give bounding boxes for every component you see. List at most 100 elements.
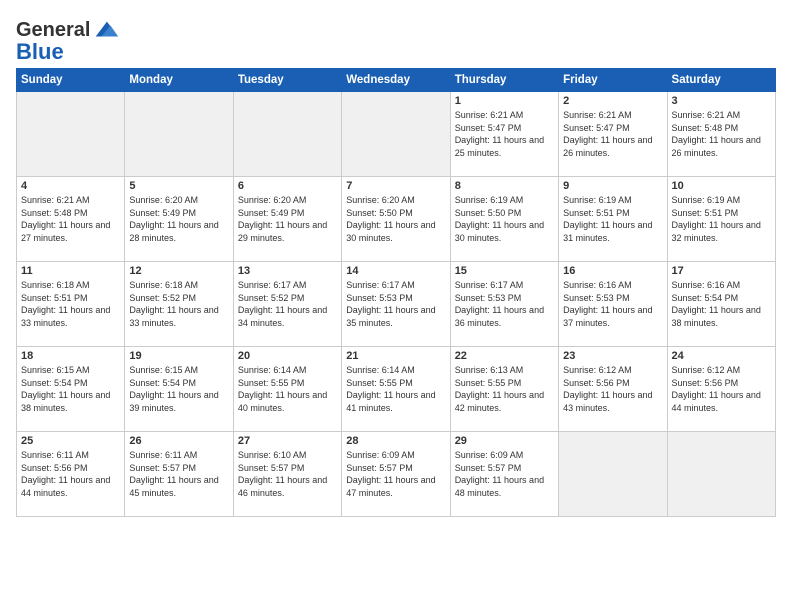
calendar-cell: 14Sunrise: 6:17 AMSunset: 5:53 PMDayligh… — [342, 262, 450, 347]
day-info: Sunrise: 6:16 AMSunset: 5:53 PMDaylight:… — [563, 279, 662, 329]
day-number: 3 — [672, 95, 771, 107]
day-number: 10 — [672, 180, 771, 192]
day-number: 23 — [563, 350, 662, 362]
day-info: Sunrise: 6:21 AMSunset: 5:48 PMDaylight:… — [21, 194, 120, 244]
day-info: Sunrise: 6:12 AMSunset: 5:56 PMDaylight:… — [672, 364, 771, 414]
day-info: Sunrise: 6:12 AMSunset: 5:56 PMDaylight:… — [563, 364, 662, 414]
day-number: 18 — [21, 350, 120, 362]
header-friday: Friday — [559, 69, 667, 92]
day-info: Sunrise: 6:11 AMSunset: 5:56 PMDaylight:… — [21, 449, 120, 499]
day-number: 21 — [346, 350, 445, 362]
calendar-cell: 28 Sunrise: 6:09 AMSunset: 5:57 PMDayligh… — [342, 432, 450, 517]
calendar-cell — [17, 92, 125, 177]
calendar-cell: 22Sunrise: 6:13 AMSunset: 5:55 PMDayligh… — [450, 347, 558, 432]
day-number: 6 — [238, 180, 337, 192]
calendar-cell: 3 Sunrise: 6:21 AMSunset: 5:48 PMDaylight… — [667, 92, 775, 177]
calendar-cell — [342, 92, 450, 177]
logo-blue-text: Blue — [16, 40, 64, 64]
week-row-2: 11 Sunrise: 6:18 AMSunset: 5:51 PMDayligh… — [17, 262, 776, 347]
day-number: 24 — [672, 350, 771, 362]
calendar-cell — [125, 92, 233, 177]
day-info: Sunrise: 6:19 AMSunset: 5:50 PMDaylight:… — [455, 194, 554, 244]
day-number: 16 — [563, 265, 662, 277]
header-tuesday: Tuesday — [233, 69, 341, 92]
day-info: Sunrise: 6:14 AMSunset: 5:55 PMDaylight:… — [238, 364, 337, 414]
header-sunday: Sunday — [17, 69, 125, 92]
week-row-0: 1 Sunrise: 6:21 AMSunset: 5:47 PMDaylight… — [17, 92, 776, 177]
header-thursday: Thursday — [450, 69, 558, 92]
calendar-cell — [667, 432, 775, 517]
calendar-cell: 8 Sunrise: 6:19 AMSunset: 5:50 PMDaylight… — [450, 177, 558, 262]
calendar-cell: 4 Sunrise: 6:21 AMSunset: 5:48 PMDaylight… — [17, 177, 125, 262]
calendar-cell: 19 Sunrise: 6:15 AMSunset: 5:54 PMDayligh… — [125, 347, 233, 432]
day-info: Sunrise: 6:19 AMSunset: 5:51 PMDaylight:… — [563, 194, 662, 244]
calendar-table: SundayMondayTuesdayWednesdayThursdayFrid… — [16, 68, 776, 517]
day-info: Sunrise: 6:15 AMSunset: 5:54 PMDaylight:… — [129, 364, 228, 414]
calendar-cell: 24 Sunrise: 6:12 AMSunset: 5:56 PMDayligh… — [667, 347, 775, 432]
logo-text: General — [16, 19, 90, 41]
day-number: 8 — [455, 180, 554, 192]
logo-icon — [92, 16, 120, 44]
calendar-cell: 10 Sunrise: 6:19 AMSunset: 5:51 PMDayligh… — [667, 177, 775, 262]
calendar-cell: 7 Sunrise: 6:20 AMSunset: 5:50 PMDaylight… — [342, 177, 450, 262]
day-number: 15 — [455, 265, 554, 277]
day-number: 1 — [455, 95, 554, 107]
day-number: 9 — [563, 180, 662, 192]
day-info: Sunrise: 6:10 AMSunset: 5:57 PMDaylight:… — [238, 449, 337, 499]
calendar-cell: 17 Sunrise: 6:16 AMSunset: 5:54 PMDayligh… — [667, 262, 775, 347]
calendar-header-row: SundayMondayTuesdayWednesdayThursdayFrid… — [17, 69, 776, 92]
calendar-cell: 6 Sunrise: 6:20 AMSunset: 5:49 PMDaylight… — [233, 177, 341, 262]
header-wednesday: Wednesday — [342, 69, 450, 92]
calendar-cell: 29 Sunrise: 6:09 AMSunset: 5:57 PMDayligh… — [450, 432, 558, 517]
day-info: Sunrise: 6:21 AMSunset: 5:47 PMDaylight:… — [563, 109, 662, 159]
day-info: Sunrise: 6:16 AMSunset: 5:54 PMDaylight:… — [672, 279, 771, 329]
day-number: 29 — [455, 435, 554, 447]
calendar-cell: 2 Sunrise: 6:21 AMSunset: 5:47 PMDaylight… — [559, 92, 667, 177]
day-number: 27 — [238, 435, 337, 447]
calendar-cell: 15Sunrise: 6:17 AMSunset: 5:53 PMDayligh… — [450, 262, 558, 347]
day-number: 17 — [672, 265, 771, 277]
day-info: Sunrise: 6:19 AMSunset: 5:51 PMDaylight:… — [672, 194, 771, 244]
day-info: Sunrise: 6:11 AMSunset: 5:57 PMDaylight:… — [129, 449, 228, 499]
calendar-cell: 1Sunrise: 6:21 AMSunset: 5:47 PMDaylight… — [450, 92, 558, 177]
day-info: Sunrise: 6:18 AMSunset: 5:52 PMDaylight:… — [129, 279, 228, 329]
calendar-cell — [233, 92, 341, 177]
day-number: 7 — [346, 180, 445, 192]
day-info: Sunrise: 6:17 AMSunset: 5:52 PMDaylight:… — [238, 279, 337, 329]
day-info: Sunrise: 6:21 AMSunset: 5:48 PMDaylight:… — [672, 109, 771, 159]
calendar-cell: 20 Sunrise: 6:14 AMSunset: 5:55 PMDayligh… — [233, 347, 341, 432]
day-info: Sunrise: 6:09 AMSunset: 5:57 PMDaylight:… — [346, 449, 445, 499]
calendar-cell: 27 Sunrise: 6:10 AMSunset: 5:57 PMDayligh… — [233, 432, 341, 517]
calendar-body: 1 Sunrise: 6:21 AMSunset: 5:47 PMDaylight… — [17, 92, 776, 517]
day-number: 19 — [129, 350, 228, 362]
day-number: 11 — [21, 265, 120, 277]
day-number: 4 — [21, 180, 120, 192]
calendar-cell: 11 Sunrise: 6:18 AMSunset: 5:51 PMDayligh… — [17, 262, 125, 347]
calendar-cell: 21Sunrise: 6:14 AMSunset: 5:55 PMDayligh… — [342, 347, 450, 432]
day-number: 20 — [238, 350, 337, 362]
calendar-cell: 13Sunrise: 6:17 AMSunset: 5:52 PMDayligh… — [233, 262, 341, 347]
day-info: Sunrise: 6:20 AMSunset: 5:49 PMDaylight:… — [238, 194, 337, 244]
logo: General Blue — [16, 16, 120, 64]
header-monday: Monday — [125, 69, 233, 92]
week-row-3: 18 Sunrise: 6:15 AMSunset: 5:54 PMDayligh… — [17, 347, 776, 432]
day-info: Sunrise: 6:13 AMSunset: 5:55 PMDaylight:… — [455, 364, 554, 414]
day-info: Sunrise: 6:15 AMSunset: 5:54 PMDaylight:… — [21, 364, 120, 414]
calendar-cell: 12Sunrise: 6:18 AMSunset: 5:52 PMDayligh… — [125, 262, 233, 347]
day-info: Sunrise: 6:18 AMSunset: 5:51 PMDaylight:… — [21, 279, 120, 329]
day-number: 26 — [129, 435, 228, 447]
day-info: Sunrise: 6:17 AMSunset: 5:53 PMDaylight:… — [346, 279, 445, 329]
page-header: General Blue — [16, 16, 776, 64]
day-number: 28 — [346, 435, 445, 447]
day-number: 2 — [563, 95, 662, 107]
calendar-cell: 18 Sunrise: 6:15 AMSunset: 5:54 PMDayligh… — [17, 347, 125, 432]
calendar-cell: 25Sunrise: 6:11 AMSunset: 5:56 PMDayligh… — [17, 432, 125, 517]
calendar-cell: 26 Sunrise: 6:11 AMSunset: 5:57 PMDayligh… — [125, 432, 233, 517]
week-row-1: 4 Sunrise: 6:21 AMSunset: 5:48 PMDaylight… — [17, 177, 776, 262]
week-row-4: 25Sunrise: 6:11 AMSunset: 5:56 PMDayligh… — [17, 432, 776, 517]
calendar-cell — [559, 432, 667, 517]
calendar-cell: 5Sunrise: 6:20 AMSunset: 5:49 PMDaylight… — [125, 177, 233, 262]
day-info: Sunrise: 6:09 AMSunset: 5:57 PMDaylight:… — [455, 449, 554, 499]
calendar-cell: 16 Sunrise: 6:16 AMSunset: 5:53 PMDayligh… — [559, 262, 667, 347]
day-info: Sunrise: 6:20 AMSunset: 5:50 PMDaylight:… — [346, 194, 445, 244]
